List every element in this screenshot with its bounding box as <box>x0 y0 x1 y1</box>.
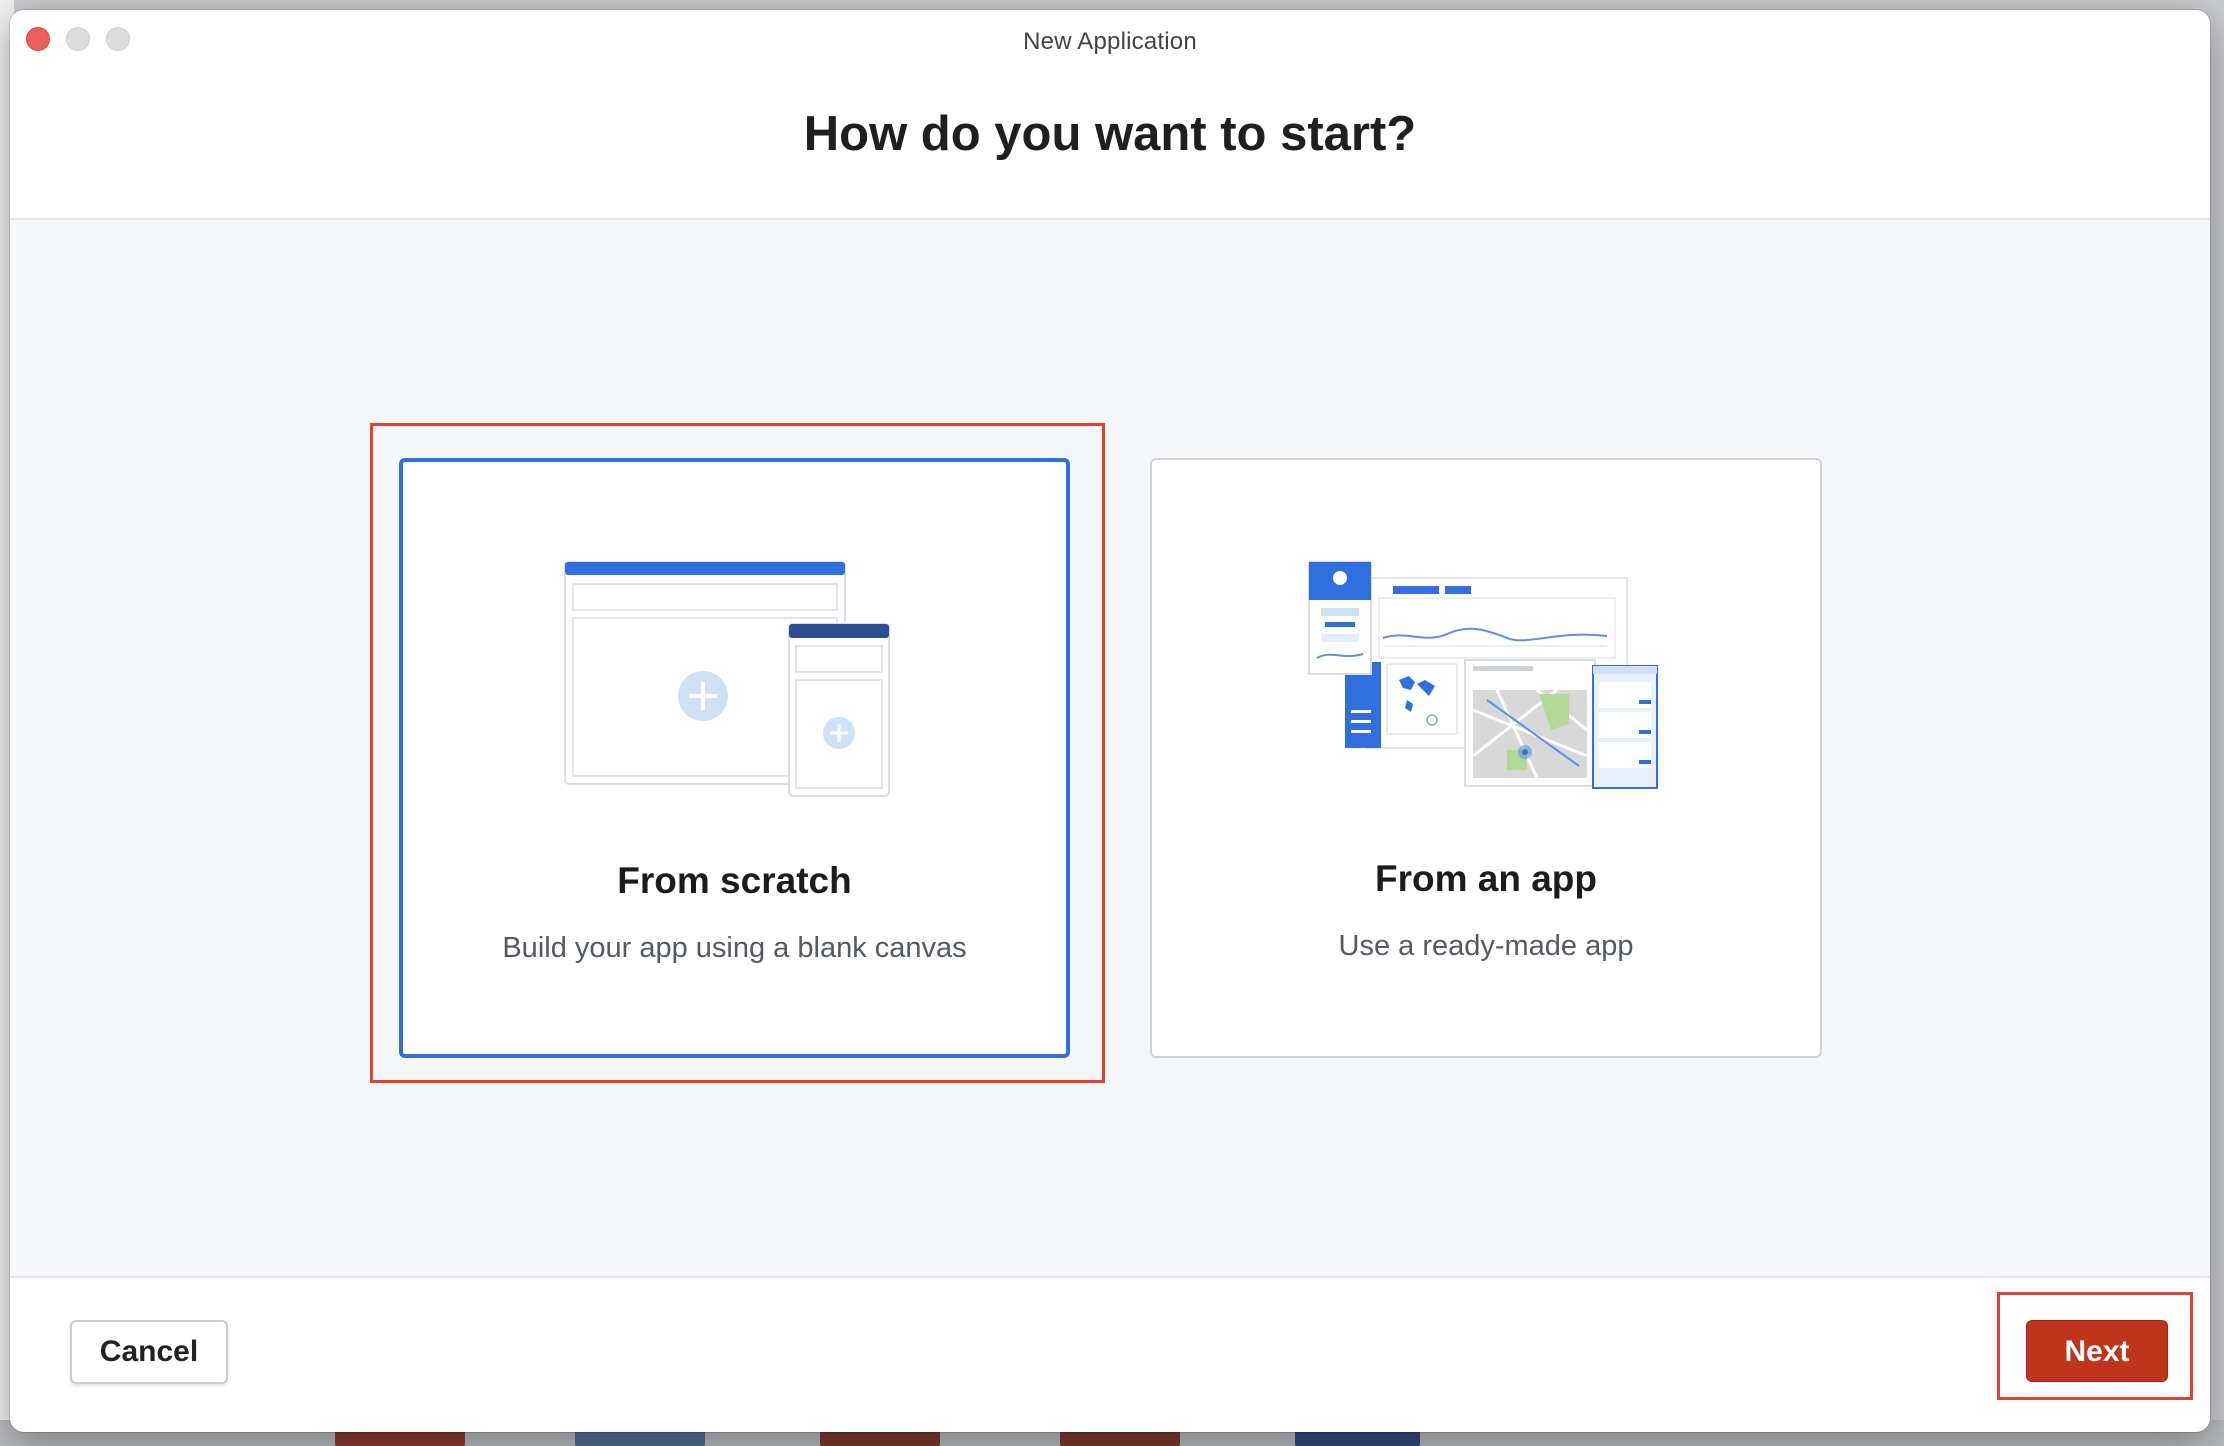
option-description: Build your app using a blank canvas <box>502 932 967 964</box>
option-card-from-scratch[interactable]: From scratch Build your app using a blan… <box>399 458 1070 1058</box>
page-title: How do you want to start? <box>803 107 1417 161</box>
blank-canvas-icon <box>564 561 890 797</box>
option-card-from-an-app[interactable]: From an app Use a ready-made app <box>1150 458 1822 1058</box>
dialog-footer: Cancel Next <box>10 1276 2210 1432</box>
option-title: From scratch <box>617 860 852 901</box>
new-application-dialog: New Application How do you want to start… <box>10 10 2210 1432</box>
option-description: Use a ready-made app <box>1338 930 1634 962</box>
next-button[interactable]: Next <box>2026 1320 2168 1382</box>
title-bar: New Application <box>10 10 2210 90</box>
option-title: From an app <box>1374 858 1598 899</box>
window-title: New Application <box>1023 28 1197 55</box>
dialog-header: How do you want to start? <box>10 90 2210 220</box>
options-area: From scratch Build your app using a blan… <box>10 220 2210 1284</box>
cancel-button[interactable]: Cancel <box>70 1320 228 1384</box>
dashboard-template-icon <box>1308 561 1658 789</box>
